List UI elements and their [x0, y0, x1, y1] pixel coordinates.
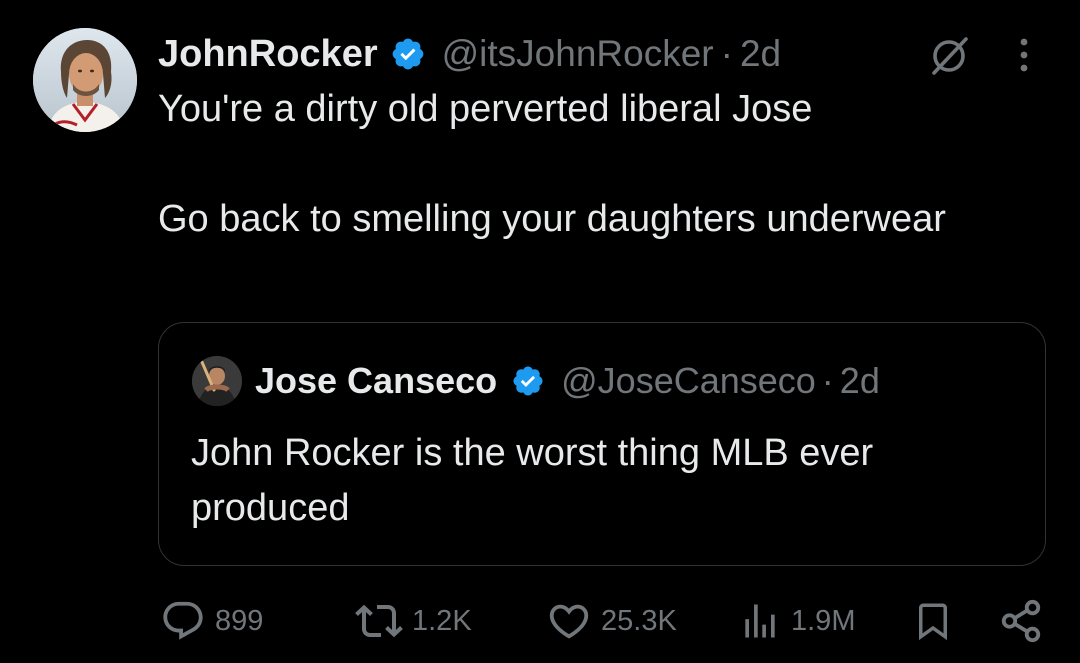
quoted-tweet-text: John Rocker is the worst thing MLB ever … — [191, 432, 874, 529]
tweet-timestamp[interactable]: 2d — [740, 33, 781, 75]
views-count: 1.9M — [791, 604, 856, 637]
tweet-header: JohnRocker @itsJohnRocker · 2d — [158, 28, 781, 80]
quoted-author-avatar[interactable] — [192, 356, 242, 406]
action-bar: 899 1.2K 25.3K 1.9M — [0, 596, 1080, 646]
author-display-name[interactable]: JohnRocker — [158, 33, 378, 76]
views-button[interactable]: 1.9M — [738, 596, 855, 646]
grok-icon[interactable] — [928, 33, 972, 77]
heart-icon — [549, 604, 589, 639]
more-dots-icon[interactable] — [1012, 36, 1036, 74]
bookmark-icon — [919, 603, 947, 641]
quoted-tweet-header: Jose Canseco @JoseCanseco · 2d — [255, 356, 880, 406]
separator-dot: · — [720, 33, 733, 74]
quoted-author-handle[interactable]: @JoseCanseco — [561, 360, 816, 402]
tweet-text-line: You're a dirty old perverted liberal Jos… — [158, 88, 813, 130]
views-bar-icon — [745, 604, 775, 638]
separator-dot: · — [821, 360, 834, 401]
verified-badge-icon[interactable] — [511, 364, 545, 398]
avatar-image — [33, 28, 137, 132]
quoted-tweet-timestamp[interactable]: 2d — [840, 360, 880, 402]
repost-count: 1.2K — [412, 604, 472, 637]
author-avatar[interactable] — [33, 28, 137, 132]
tweet-text: You're a dirty old perverted liberal Jos… — [158, 82, 1038, 247]
repost-button[interactable]: 1.2K — [355, 596, 472, 646]
author-handle[interactable]: @itsJohnRocker — [442, 33, 714, 75]
like-button[interactable]: 25.3K — [546, 596, 677, 646]
reply-icon — [163, 601, 203, 640]
share-icon — [1001, 599, 1041, 643]
tweet-text-line: Go back to smelling your daughters under… — [158, 198, 946, 240]
quoted-avatar-image — [192, 356, 242, 406]
like-count: 25.3K — [601, 604, 677, 637]
quoted-tweet[interactable]: Jose Canseco @JoseCanseco · 2d John Rock… — [158, 322, 1046, 566]
tweet[interactable]: JohnRocker @itsJohnRocker · 2d You're a … — [0, 0, 1080, 663]
reply-button[interactable]: 899 — [160, 596, 263, 646]
share-button[interactable] — [998, 596, 1044, 646]
verified-badge-icon[interactable] — [390, 36, 426, 72]
reply-count: 899 — [215, 604, 264, 637]
bookmark-button[interactable] — [912, 596, 954, 646]
repost-icon — [355, 604, 403, 638]
quoted-author-display-name[interactable]: Jose Canseco — [255, 360, 497, 402]
